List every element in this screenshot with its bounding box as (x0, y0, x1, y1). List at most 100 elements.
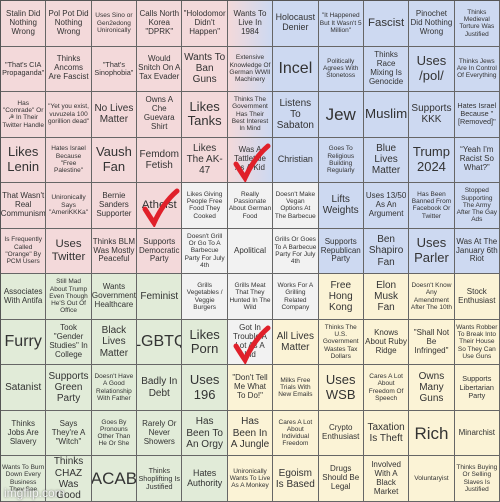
bingo-cell[interactable]: Satanist (1, 365, 47, 411)
bingo-cell[interactable]: Rarely Or Never Showers (137, 410, 183, 457)
bingo-cell[interactable]: Grills Or Goes To A Barbecue Party For J… (273, 228, 319, 275)
bingo-cell[interactable]: Uses Sino or Gen2edong Unironically (91, 1, 138, 47)
bingo-cell[interactable]: Owns Many Guns (409, 365, 455, 411)
bingo-cell[interactable]: Thinks Jews Are In Control Of Everything (454, 46, 500, 93)
bingo-cell[interactable]: Stock Enthusiast (454, 274, 500, 320)
bingo-cell[interactable]: Would Snitch On A Tax Evader (137, 46, 183, 93)
bingo-cell[interactable]: Hates Israel Because "Free Palestine" (46, 137, 92, 184)
bingo-cell[interactable]: Egoism Is Based (273, 456, 319, 502)
bingo-cell[interactable]: Stalin Did Nothing Wrong (1, 1, 47, 47)
bingo-cell[interactable]: Atheist (137, 183, 183, 229)
bingo-cell[interactable]: Stopped Supporting The Army After The Ga… (454, 183, 500, 229)
bingo-cell[interactable]: Has Been Banned From Facebook Or Twitter (409, 183, 455, 229)
bingo-cell[interactable]: Furry (1, 319, 47, 366)
bingo-cell[interactable]: Works For A Grilling Related Company (273, 274, 319, 320)
bingo-cell[interactable]: "Shall Not Be Infringed" (409, 319, 455, 366)
bingo-cell[interactable]: Thinks Buying Or Selling Slaves Is Justi… (454, 456, 500, 502)
bingo-cell[interactable]: Thinks The Government Has Their Best Int… (227, 92, 274, 138)
bingo-cell[interactable]: Doesn't Make Vegan Options At The Barbec… (273, 183, 319, 229)
bingo-cell[interactable]: Trump 2024 (409, 137, 455, 184)
bingo-cell[interactable]: Says They're A "Witch" (46, 410, 92, 457)
bingo-cell[interactable]: Unironically Wants To Live As A Monkey (227, 456, 274, 502)
bingo-cell[interactable]: Feminist (137, 274, 183, 320)
bingo-cell[interactable]: Grills Meat That They Hunted In The Wild (227, 274, 274, 320)
bingo-cell[interactable]: Uses 13/50 As An Argument (363, 183, 410, 229)
bingo-cell[interactable]: Rich (409, 410, 455, 457)
bingo-cell[interactable]: "That's Sinophobia" (91, 46, 138, 93)
bingo-cell[interactable]: Thinks Shoplifting Is Justified (137, 456, 183, 502)
bingo-cell[interactable]: Thinks Jobs Are Slavery (1, 410, 47, 457)
bingo-cell[interactable]: Supports Republican Party (318, 228, 364, 275)
bingo-cell[interactable]: Likes Porn (182, 319, 228, 366)
bingo-cell[interactable]: Still Mad About Trump Even Though He'S O… (46, 274, 92, 320)
bingo-cell[interactable]: Has "Comrade" Or ☭ In Their Twitter Hand… (1, 92, 47, 138)
bingo-cell[interactable]: Hates Israel Because "[Removed]" (454, 92, 500, 138)
bingo-cell[interactable]: "It Happened But It Wasn't 5 Million" (318, 1, 364, 47)
bingo-cell[interactable]: Listens To Sabaton (273, 92, 319, 138)
bingo-cell[interactable]: Cares A Lot About Individual Freedom (273, 410, 319, 457)
bingo-cell[interactable]: Blue Lives Matter (363, 137, 410, 184)
bingo-cell[interactable]: Likes Giving People Free Food They Cooke… (182, 183, 228, 229)
bingo-cell[interactable]: Got In Trouble A Lot As A Kid (227, 319, 274, 366)
bingo-cell[interactable]: Uses Twitter (46, 228, 92, 275)
bingo-cell[interactable]: Likes Tanks (182, 92, 228, 138)
bingo-cell[interactable]: Apolitical (227, 228, 274, 275)
bingo-cell[interactable]: Thinks Ancoms Are Fascist (46, 46, 92, 93)
bingo-cell[interactable]: Was At The January 6th Riot (454, 228, 500, 275)
bingo-cell[interactable]: Femdom Fetish (137, 137, 183, 184)
bingo-cell[interactable]: “Yeah I'm Racist So What?” (454, 137, 500, 184)
bingo-cell[interactable]: Wants To Live In 1984 (227, 1, 274, 47)
bingo-cell[interactable]: Badly In Debt (137, 365, 183, 411)
bingo-cell[interactable]: Doesn't Know Any Amendment After The 10t… (409, 274, 455, 320)
bingo-cell[interactable]: "Yet you exist, vuvuzela 100 gorillion d… (46, 92, 92, 138)
bingo-cell[interactable]: "Holodomor Didn't Happen" (182, 1, 228, 47)
bingo-cell[interactable]: Uses WSB (318, 365, 364, 411)
bingo-cell[interactable]: Really Passionate About German Food (227, 183, 274, 229)
bingo-cell[interactable]: Thinks BLM Was Mostly Peaceful (91, 228, 138, 275)
bingo-cell[interactable]: Muslim (363, 92, 410, 138)
bingo-cell[interactable]: Grills Vegetables / Veggie Burgers (182, 274, 228, 320)
bingo-cell[interactable]: Wants Government Healthcare (91, 274, 138, 320)
bingo-cell[interactable]: Knows About Ruby Ridge (363, 319, 410, 366)
bingo-cell[interactable]: Taxation Is Theft (363, 410, 410, 457)
bingo-cell[interactable]: Hates Authority (182, 456, 228, 502)
bingo-cell[interactable]: Took "Gender Studies" In College (46, 319, 92, 366)
bingo-cell[interactable]: Thinks The U.S. Government Wastes Tax Do… (318, 319, 364, 366)
bingo-cell[interactable]: Has Been To An Orgy (182, 410, 228, 457)
bingo-cell[interactable]: Associates With Antifa (1, 274, 47, 320)
bingo-cell[interactable]: Goes By Pronouns Other Than He Or She (91, 410, 138, 457)
bingo-cell[interactable]: Ben Shapiro Fan (363, 228, 410, 275)
bingo-cell[interactable]: That Wasn't Real Communism (1, 183, 47, 229)
bingo-cell[interactable]: Involved With A Black Market (363, 456, 410, 502)
bingo-cell[interactable]: Was A Tattletale As A Kid (227, 137, 274, 184)
bingo-cell[interactable]: Drugs Should Be Legal (318, 456, 364, 502)
bingo-cell[interactable]: Crypto Enthusiast (318, 410, 364, 457)
bingo-cell[interactable]: Likes The AK-47 (182, 137, 228, 184)
bingo-cell[interactable]: Extensive Knowledge Of German WWII Machi… (227, 46, 274, 93)
bingo-cell[interactable]: Holocaust Denier (273, 1, 319, 47)
bingo-cell[interactable]: Thinks Medieval Torture Was Justified (454, 1, 500, 47)
bingo-cell[interactable]: Lifts Weights (318, 183, 364, 229)
bingo-cell[interactable]: Fascist (363, 1, 410, 47)
bingo-cell[interactable]: Owns A Che Guevara Shirt (137, 92, 183, 138)
bingo-cell[interactable]: Uses Parler (409, 228, 455, 275)
bingo-cell[interactable]: Supports Democratic Party (137, 228, 183, 275)
bingo-cell[interactable]: "That's CIA Propaganda" (1, 46, 47, 93)
bingo-cell[interactable]: Voluntaryist (409, 456, 455, 502)
bingo-cell[interactable]: Cares A Lot About Freedom Of Speech (363, 365, 410, 411)
bingo-cell[interactable]: Pol Pot Did Nothing Wrong (46, 1, 92, 47)
bingo-cell[interactable]: ACAB (91, 456, 138, 502)
bingo-cell[interactable]: Jew (318, 92, 364, 138)
bingo-cell[interactable]: All Lives Matter (273, 319, 319, 366)
bingo-cell[interactable]: Thinks Race Mixing Is Genocide (363, 46, 410, 93)
bingo-cell[interactable]: Christian (273, 137, 319, 184)
bingo-cell[interactable]: Elon Musk Fan (363, 274, 410, 320)
bingo-cell[interactable]: Doesn't Have A Good Relationship With Fa… (91, 365, 138, 411)
bingo-cell[interactable]: LGBTQ (137, 319, 183, 366)
bingo-cell[interactable]: Minarchist (454, 410, 500, 457)
bingo-cell[interactable]: Uses /pol/ (409, 46, 455, 93)
bingo-cell[interactable]: Supports Libertarian Party (454, 365, 500, 411)
bingo-cell[interactable]: Incel (273, 46, 319, 93)
bingo-cell[interactable]: Supports KKK (409, 92, 455, 138)
bingo-cell[interactable]: Wants Robber To Break Into Their House S… (454, 319, 500, 366)
